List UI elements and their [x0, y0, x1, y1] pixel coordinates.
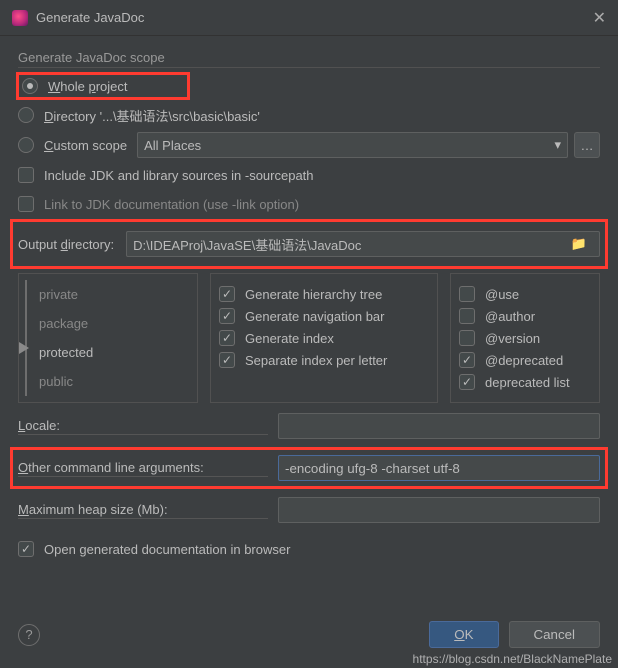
help-icon[interactable]: ? [18, 624, 40, 646]
radio-custom-scope[interactable]: Custom scope All Places ▾ … [18, 132, 600, 158]
opt-label: @deprecated [485, 353, 563, 368]
opt-label: Generate index [245, 331, 334, 346]
radio-label: Custom scope [44, 138, 127, 153]
opt-label: @use [485, 287, 519, 302]
cancel-button[interactable]: Cancel [509, 621, 601, 648]
checkbox-icon [219, 352, 235, 368]
generate-options: Generate hierarchy tree Generate navigat… [210, 273, 438, 403]
checkbox-icon [219, 308, 235, 324]
check-navbar[interactable]: Generate navigation bar [219, 308, 429, 324]
check-version[interactable]: @version [459, 330, 591, 346]
heap-label: Maximum heap size (Mb): [18, 502, 268, 519]
radio-directory[interactable]: Directory '...\基础语法\src\basic\basic' [18, 103, 600, 127]
checkbox-icon [459, 308, 475, 324]
output-directory-row: Output directory: D:\IDEAProj\JavaSE\基础语… [12, 221, 606, 267]
radio-icon [18, 137, 34, 153]
check-use[interactable]: @use [459, 286, 591, 302]
check-label: Include JDK and library sources in -sour… [44, 168, 314, 183]
vis-private: private [33, 280, 189, 309]
custom-scope-value: All Places [144, 138, 201, 153]
tag-options: @use @author @version @deprecated deprec… [450, 273, 600, 403]
watermark: https://blog.csdn.net/BlackNamePlate [413, 652, 612, 666]
check-include-jdk[interactable]: Include JDK and library sources in -sour… [18, 163, 600, 187]
slider-thumb[interactable] [19, 342, 29, 354]
cli-args-input[interactable] [278, 455, 600, 481]
opt-label: Separate index per letter [245, 353, 387, 368]
ok-button[interactable]: OK [429, 621, 498, 648]
vis-public: public [33, 367, 189, 396]
radio-icon [22, 78, 38, 94]
cli-args-row: Other command line arguments: [12, 449, 606, 487]
locale-input[interactable] [278, 413, 600, 439]
output-directory-input[interactable]: D:\IDEAProj\JavaSE\基础语法\JavaDoc 📁 [126, 231, 600, 257]
checkbox-icon [18, 541, 34, 557]
check-author[interactable]: @author [459, 308, 591, 324]
check-sep-index[interactable]: Separate index per letter [219, 352, 429, 368]
vis-package: package [33, 309, 189, 338]
check-deprecated[interactable]: @deprecated [459, 352, 591, 368]
check-index[interactable]: Generate index [219, 330, 429, 346]
opt-label: @version [485, 331, 540, 346]
chevron-down-icon: ▾ [554, 137, 561, 153]
opt-label: @author [485, 309, 535, 324]
button-bar: ? OK Cancel [18, 621, 600, 648]
check-open-browser[interactable]: Open generated documentation in browser [18, 537, 600, 561]
check-label: Link to JDK documentation (use -link opt… [44, 197, 299, 212]
check-hierarchy[interactable]: Generate hierarchy tree [219, 286, 429, 302]
slider-track [25, 280, 27, 396]
custom-scope-select[interactable]: All Places ▾ [137, 132, 568, 158]
visibility-slider[interactable]: private package protected public [18, 273, 198, 403]
opt-label: deprecated list [485, 375, 570, 390]
checkbox-icon [18, 196, 34, 212]
app-icon [12, 10, 28, 26]
dialog-title: Generate JavaDoc [36, 10, 593, 25]
checkbox-icon [459, 352, 475, 368]
checkbox-icon [459, 374, 475, 390]
checkbox-icon [459, 330, 475, 346]
folder-icon[interactable]: 📁 [565, 236, 593, 252]
output-value: D:\IDEAProj\JavaSE\基础语法\JavaDoc [133, 235, 361, 254]
opt-label: Generate navigation bar [245, 309, 384, 324]
locale-label: Locale: [18, 418, 268, 435]
radio-whole-project[interactable]: Whole project [18, 74, 188, 98]
radio-icon [18, 107, 34, 123]
checkbox-icon [459, 286, 475, 302]
check-deprecated-list[interactable]: deprecated list [459, 374, 591, 390]
browse-scope-button[interactable]: … [574, 132, 600, 158]
options-columns: private package protected public Generat… [18, 273, 600, 403]
check-label: Open generated documentation in browser [44, 542, 290, 557]
heap-row: Maximum heap size (Mb): [18, 497, 600, 523]
locale-row: Locale: [18, 413, 600, 439]
scope-section-label: Generate JavaDoc scope [18, 50, 600, 68]
checkbox-icon [219, 286, 235, 302]
opt-label: Generate hierarchy tree [245, 287, 382, 302]
close-icon[interactable]: ✕ [593, 8, 606, 28]
cli-label: Other command line arguments: [18, 460, 268, 477]
vis-protected: protected [33, 338, 189, 367]
heap-input[interactable] [278, 497, 600, 523]
radio-label: Whole project [48, 79, 128, 94]
checkbox-icon [18, 167, 34, 183]
radio-label: Directory '...\基础语法\src\basic\basic' [44, 106, 260, 125]
output-label: Output directory: [18, 237, 114, 252]
checkbox-icon [219, 330, 235, 346]
titlebar: Generate JavaDoc ✕ [0, 0, 618, 36]
check-link-jdk[interactable]: Link to JDK documentation (use -link opt… [18, 192, 600, 216]
